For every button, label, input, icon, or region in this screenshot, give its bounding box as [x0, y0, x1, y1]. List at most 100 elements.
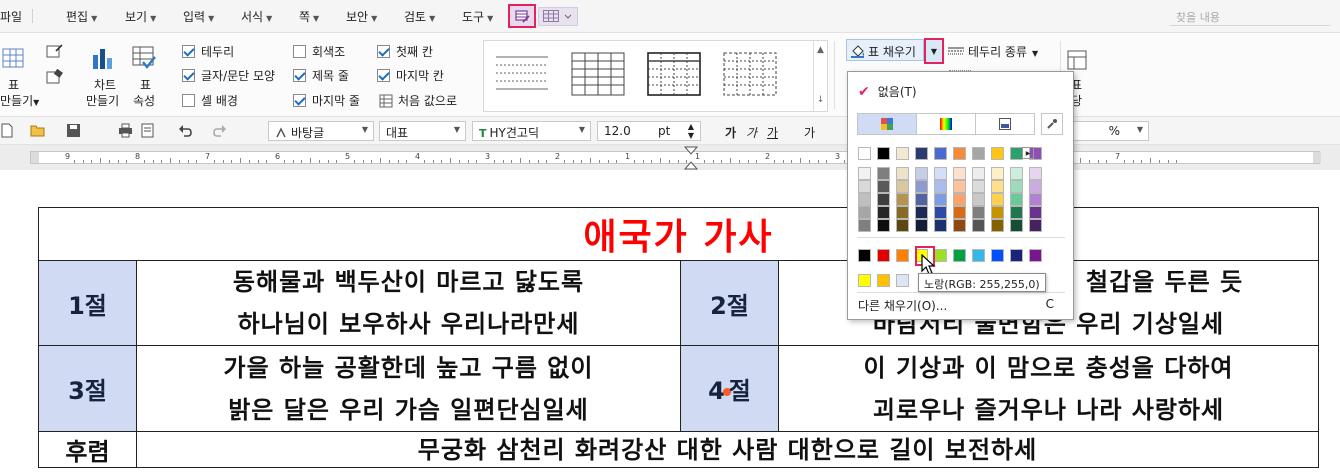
strikethrough-button[interactable]: 가 [804, 124, 815, 141]
recent-color-swatch[interactable] [896, 274, 909, 287]
shade-color-swatch[interactable] [972, 180, 985, 193]
border-type-button[interactable]: 테두리 종류 ▼ [948, 43, 1038, 60]
shade-color-swatch[interactable] [858, 206, 871, 219]
shade-color-swatch[interactable] [1029, 193, 1042, 206]
theme-color-swatch[interactable] [991, 147, 1004, 160]
shade-color-swatch[interactable] [1010, 206, 1023, 219]
document-area[interactable]: 애국가 가사 1절 동해물과 백두산이 마르고 닳도록 하나님이 보우하사 우리… [0, 170, 1340, 472]
shade-color-swatch[interactable] [1029, 167, 1042, 180]
tab-theme-colors[interactable] [858, 114, 917, 134]
checkbox-icon[interactable] [182, 45, 195, 58]
print-icon[interactable] [118, 123, 133, 138]
recent-color-swatch[interactable] [858, 274, 871, 287]
scroll-down-icon[interactable]: ↓ [814, 95, 827, 105]
shade-color-swatch[interactable] [972, 219, 985, 232]
option-header-row[interactable]: 제목 줄 [293, 67, 349, 84]
new-document-icon[interactable] [0, 123, 15, 138]
menu-edit[interactable]: 편집 ▼ [66, 8, 97, 25]
option-char-para[interactable]: 글자/문단 모양 [182, 67, 275, 84]
checkbox-icon[interactable] [293, 94, 306, 107]
table-style-dashed[interactable] [722, 51, 778, 97]
shade-color-swatch[interactable] [858, 167, 871, 180]
shade-color-swatch[interactable] [1029, 219, 1042, 232]
table-style-plain[interactable] [494, 51, 550, 97]
shade-color-swatch[interactable] [915, 193, 928, 206]
standard-color-swatch[interactable] [1010, 249, 1023, 262]
menu-security[interactable]: 보안 ▼ [346, 8, 377, 25]
option-last-col[interactable]: 마지막 칸 [377, 67, 444, 84]
shade-color-swatch[interactable] [1029, 206, 1042, 219]
shade-color-swatch[interactable] [934, 219, 947, 232]
checkbox-icon[interactable] [377, 69, 390, 82]
table-button-label[interactable]: 표 [8, 77, 19, 93]
standard-color-swatch[interactable] [877, 249, 890, 262]
shade-color-swatch[interactable] [953, 180, 966, 193]
menu-format[interactable]: 서식 ▼ [241, 8, 272, 25]
verse-3-label[interactable]: 3절 [38, 345, 137, 432]
italic-button[interactable]: 가 [746, 124, 757, 141]
recent-color-swatch[interactable] [877, 274, 890, 287]
table-fill-button[interactable]: 표 채우기 [846, 39, 924, 61]
find-input[interactable]: 찾을 내용 [1170, 6, 1330, 26]
shade-color-swatch[interactable] [858, 180, 871, 193]
theme-color-swatch[interactable] [934, 147, 947, 160]
tab-color-spectrum[interactable] [917, 114, 976, 134]
standard-color-swatch[interactable] [896, 249, 909, 262]
shade-color-swatch[interactable] [934, 206, 947, 219]
chart-button-label[interactable]: 차트 [94, 77, 116, 93]
font-size-input[interactable]: 12.0 pt ▲ ▼ [597, 121, 701, 141]
shade-color-swatch[interactable] [972, 193, 985, 206]
shade-color-swatch[interactable] [991, 167, 1004, 180]
shade-color-swatch[interactable] [896, 167, 909, 180]
redo-icon[interactable] [212, 123, 227, 138]
table-style-bold-grid[interactable] [646, 51, 702, 97]
save-icon[interactable] [66, 123, 81, 138]
shade-color-swatch[interactable] [1010, 193, 1023, 206]
shade-color-swatch[interactable] [915, 219, 928, 232]
option-cell-bg[interactable]: 셀 배경 [182, 92, 238, 109]
standard-color-swatch[interactable] [1029, 249, 1042, 262]
shade-color-swatch[interactable] [1010, 180, 1023, 193]
anthem-table[interactable]: 애국가 가사 1절 동해물과 백두산이 마르고 닳도록 하나님이 보우하사 우리… [38, 207, 1319, 468]
checkbox-icon[interactable] [293, 45, 306, 58]
shade-color-swatch[interactable] [877, 180, 890, 193]
menu-review[interactable]: 검토 ▼ [404, 8, 435, 25]
standard-color-swatch[interactable] [953, 249, 966, 262]
shade-color-swatch[interactable] [877, 219, 890, 232]
option-last-row[interactable]: 마지막 줄 [293, 92, 360, 109]
shade-color-swatch[interactable] [896, 219, 909, 232]
table-properties-label[interactable]: 표 [140, 77, 151, 93]
open-folder-icon[interactable] [30, 123, 45, 138]
zoom-input[interactable]: % ▼ [1073, 121, 1149, 141]
indent-marker-icon[interactable] [683, 146, 699, 170]
shade-color-swatch[interactable] [896, 193, 909, 206]
menu-insert[interactable]: 입력 ▼ [183, 8, 214, 25]
theme-color-swatch[interactable] [972, 147, 985, 160]
shade-color-swatch[interactable] [953, 167, 966, 180]
option-border[interactable]: 테두리 [182, 43, 234, 60]
shade-color-swatch[interactable] [896, 180, 909, 193]
shade-color-swatch[interactable] [915, 180, 928, 193]
theme-color-swatch[interactable] [858, 147, 871, 160]
verse-4-label[interactable]: 4절 [680, 345, 779, 432]
standard-color-swatch[interactable] [858, 249, 871, 262]
horizontal-ruler[interactable]: 9876543211234567 [0, 145, 1340, 170]
shade-color-swatch[interactable] [858, 193, 871, 206]
standard-color-swatch[interactable] [972, 249, 985, 262]
font-select[interactable]: T HY견고딕 ▼ [472, 121, 591, 141]
verse-3-cell[interactable]: 가을 하늘 공활한데 높고 구름 없이 밝은 달은 우리 가슴 일편단심일세 [136, 345, 681, 432]
option-grayscale[interactable]: 회색조 [293, 43, 345, 60]
chart-button-label-2[interactable]: 만들기 [86, 93, 119, 109]
table-style-gallery[interactable]: ▲ ↓ [483, 40, 828, 112]
shade-color-swatch[interactable] [972, 206, 985, 219]
shade-color-swatch[interactable] [972, 167, 985, 180]
shade-color-swatch[interactable] [1029, 180, 1042, 193]
shade-color-swatch[interactable] [877, 167, 890, 180]
cell-properties-icon[interactable] [1066, 49, 1088, 71]
menu-file[interactable]: 파일 [0, 8, 22, 25]
table-design-tab[interactable] [508, 4, 536, 28]
style-select[interactable]: 바탕글 ▼ [268, 121, 374, 141]
shade-color-swatch[interactable] [915, 167, 928, 180]
more-themes-arrow-icon[interactable]: ▶ [1022, 147, 1034, 159]
shade-color-swatch[interactable] [953, 219, 966, 232]
